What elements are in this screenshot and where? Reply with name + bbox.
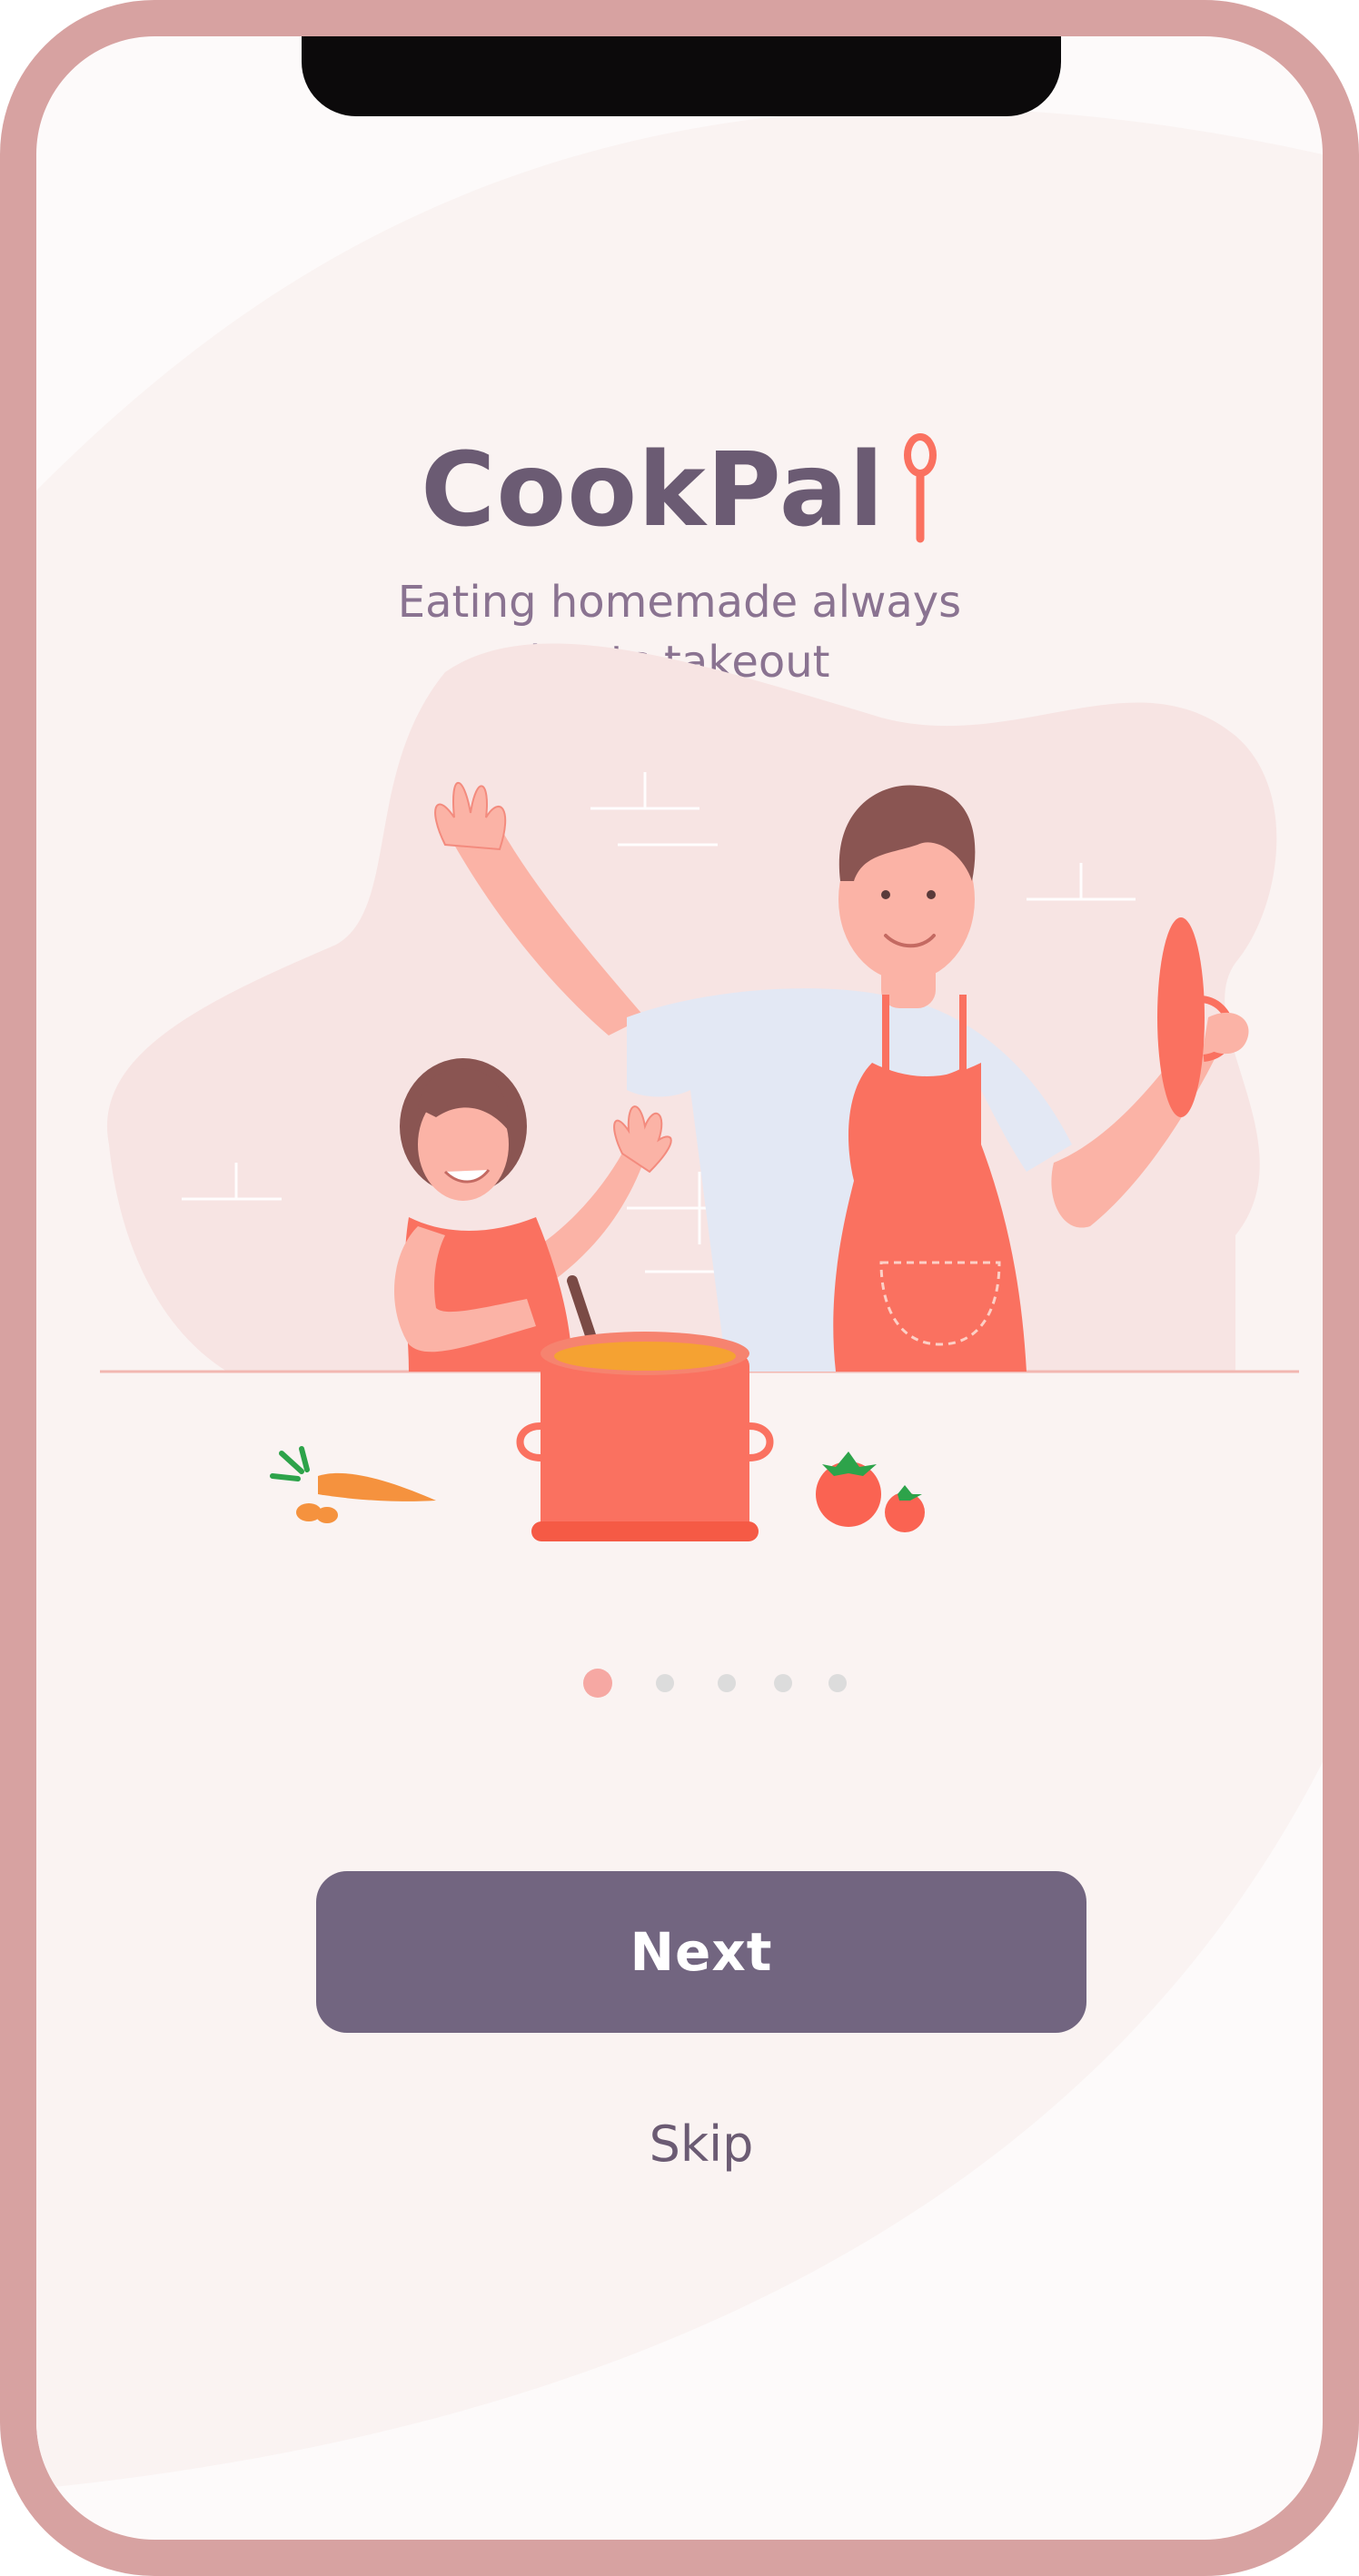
page-dot-3[interactable] (718, 1674, 736, 1692)
device-notch (302, 36, 1061, 116)
spoon-icon (902, 433, 938, 548)
page-dot-4[interactable] (774, 1674, 792, 1692)
phone-frame: CookPal Eating homemade always beats tak… (0, 0, 1359, 2576)
carrot (270, 1446, 436, 1523)
page-dot-1[interactable] (583, 1669, 612, 1698)
skip-link[interactable]: Skip (589, 2107, 814, 2180)
pot (516, 1332, 774, 1541)
page-indicator (36, 1667, 1323, 1699)
next-button-label: Next (630, 1921, 773, 1983)
app-title: CookPal (421, 431, 885, 550)
page-dot-2[interactable] (656, 1674, 674, 1692)
page-dot-5[interactable] (828, 1674, 847, 1692)
next-button[interactable]: Next (316, 1871, 1086, 2033)
cooking-family-illustration (100, 643, 1299, 1541)
brand-header: CookPal (36, 427, 1323, 554)
tagline-line-1: Eating homemade always (397, 577, 962, 628)
tomatoes (816, 1451, 925, 1532)
